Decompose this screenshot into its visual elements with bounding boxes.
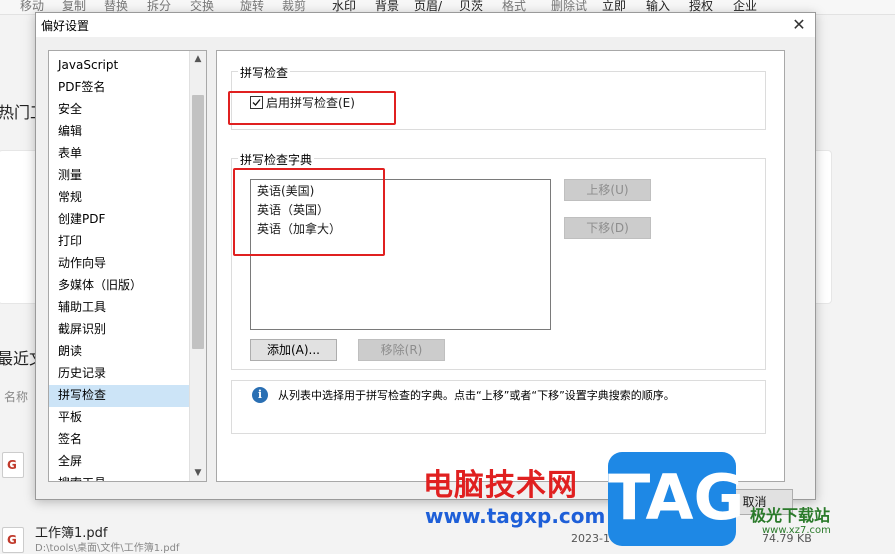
watermark-tag-logo: TAG [608, 452, 744, 546]
category-action-wizard[interactable]: 动作向导 [49, 253, 189, 275]
category-scrollbar[interactable]: ▲ ▼ [189, 51, 206, 481]
category-forms[interactable]: 表单 [49, 143, 189, 165]
highlight-dictionary-list [233, 168, 385, 256]
move-up-button[interactable]: 上移(U) [564, 179, 651, 201]
category-edit[interactable]: 编辑 [49, 121, 189, 143]
watermark-url: www.tagxp.com [425, 504, 606, 528]
preferences-dialog: 偏好设置 ✕ JavaScript PDF签名 安全 编辑 表单 测量 常规 创… [35, 12, 816, 515]
category-general[interactable]: 常规 [49, 187, 189, 209]
pdf-file-icon-2: G [2, 527, 24, 553]
info-box: i 从列表中选择用于拼写检查的字典。点击“上移”或者“下移”设置字典搜索的顺序。 [231, 380, 766, 434]
category-full-screen[interactable]: 全屏 [49, 451, 189, 473]
spellcheck-group-title: 拼写检查 [238, 64, 291, 81]
recent-file-path: D:\tools\桌面\文件\工作簿1.pdf [35, 543, 180, 554]
category-tablet[interactable]: 平板 [49, 407, 189, 429]
category-measure[interactable]: 测量 [49, 165, 189, 187]
move-down-button[interactable]: 下移(D) [564, 217, 651, 239]
info-text: 从列表中选择用于拼写检查的字典。点击“上移”或者“下移”设置字典搜索的顺序。 [278, 389, 675, 402]
name-column-header: 名称 [4, 390, 29, 404]
pdf-file-icon: G [2, 452, 24, 478]
category-history[interactable]: 历史记录 [49, 363, 189, 385]
dictionary-group-title: 拼写检查字典 [238, 151, 315, 168]
close-icon[interactable]: ✕ [789, 15, 809, 35]
highlight-enable-spellcheck [228, 91, 396, 125]
category-javascript[interactable]: JavaScript [49, 55, 189, 77]
category-read-aloud[interactable]: 朗读 [49, 341, 189, 363]
category-signature[interactable]: 签名 [49, 429, 189, 451]
category-list: JavaScript PDF签名 安全 编辑 表单 测量 常规 创建PDF 打印… [48, 50, 207, 482]
category-create-pdf[interactable]: 创建PDF [49, 209, 189, 231]
dialog-title: 偏好设置 [41, 19, 90, 33]
category-pdf-signature[interactable]: PDF签名 [49, 77, 189, 99]
scroll-down-icon[interactable]: ▼ [190, 465, 206, 481]
settings-panel: 拼写检查 启用拼写检查(E) 拼写检查字典 英语(美国) 英语（英国） 英语（加… [216, 50, 785, 482]
scroll-up-icon[interactable]: ▲ [190, 51, 206, 67]
category-spell-check[interactable]: 拼写检查 [49, 385, 189, 407]
category-items: JavaScript PDF签名 安全 编辑 表单 测量 常规 创建PDF 打印… [49, 55, 189, 481]
category-security[interactable]: 安全 [49, 99, 189, 121]
watermark-site-url: www.xz7.com [762, 525, 831, 536]
scrollbar-thumb[interactable] [192, 95, 204, 349]
category-multimedia-legacy[interactable]: 多媒体（旧版） [49, 275, 189, 297]
category-accessibility[interactable]: 辅助工具 [49, 297, 189, 319]
watermark-brand-text: 电脑技术网 [423, 468, 578, 503]
remove-dictionary-button[interactable]: 移除(R) [358, 339, 445, 361]
category-print[interactable]: 打印 [49, 231, 189, 253]
category-search-tools[interactable]: 搜索工具 [49, 473, 189, 481]
dialog-titlebar[interactable]: 偏好设置 ✕ [36, 13, 815, 37]
watermark-site-name: 极光下载站 [750, 506, 831, 525]
info-icon: i [252, 387, 268, 403]
add-dictionary-button[interactable]: 添加(A)... [250, 339, 337, 361]
category-screen-ocr[interactable]: 截屏识别 [49, 319, 189, 341]
